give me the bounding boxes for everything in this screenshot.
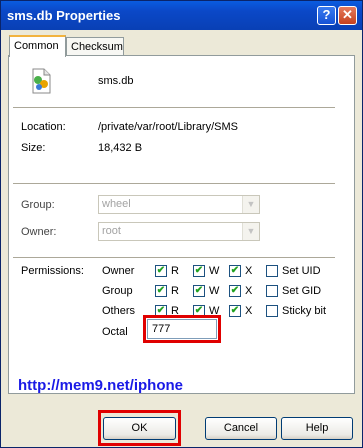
chevron-down-icon: ▼ [242,196,259,213]
setuid-label: Set UID [282,265,321,277]
read-label: R [171,265,179,277]
read-label: R [171,285,179,297]
close-button[interactable]: ✕ [338,6,357,25]
owner-execute-checkbox[interactable]: ✔ [229,265,241,277]
cancel-button[interactable]: Cancel [205,417,277,440]
properties-dialog: sms.db Properties ? ✕ Common Checksum sm… [0,0,363,448]
write-label: W [209,285,220,297]
window-title: sms.db Properties [7,8,121,23]
owner-write-checkbox[interactable]: ✔ [193,265,205,277]
perm-row-owner-label: Owner [102,265,135,277]
help-button[interactable]: Help [281,417,353,440]
watermark-link: http://mem9.net/iphone [18,377,183,394]
write-label: W [209,265,220,277]
perm-row-group-label: Group [102,285,133,297]
execute-label: X [245,305,253,317]
setgid-checkbox[interactable] [266,285,278,297]
group-select-value: wheel [102,198,131,210]
setgid-label: Set GID [282,285,322,297]
location-value: /private/var/root/Library/SMS [98,121,238,133]
size-label: Size: [21,142,46,154]
chevron-down-icon: ▼ [242,223,259,240]
perm-row-others-label: Others [102,305,136,317]
help-title-button[interactable]: ? [317,6,336,25]
ok-button[interactable]: OK [103,417,176,440]
group-execute-checkbox[interactable]: ✔ [229,285,241,297]
permissions-label: Permissions: [21,265,84,277]
execute-label: X [245,265,253,277]
tab-checksum[interactable]: Checksum [66,37,124,55]
octal-label: Octal [102,326,128,338]
setuid-checkbox[interactable] [266,265,278,277]
separator [13,107,335,108]
file-icon [30,68,52,94]
owner-select-value: root [102,225,121,237]
file-name: sms.db [98,75,134,87]
title-bar[interactable]: sms.db Properties ? ✕ [1,1,362,30]
execute-label: X [245,285,253,297]
sticky-bit-checkbox[interactable] [266,305,278,317]
owner-label: Owner: [21,226,57,238]
group-label: Group: [21,199,55,211]
separator [13,257,335,258]
sticky-bit-label: Sticky bit [282,305,327,317]
octal-input[interactable]: 777 [147,319,217,339]
size-value: 18,432 B [98,142,143,154]
separator [13,183,335,184]
group-read-checkbox[interactable]: ✔ [155,285,167,297]
group-select[interactable]: wheel ▼ [98,195,260,214]
location-label: Location: [21,121,66,133]
owner-read-checkbox[interactable]: ✔ [155,265,167,277]
tab-common[interactable]: Common [9,35,66,57]
group-write-checkbox[interactable]: ✔ [193,285,205,297]
others-execute-checkbox[interactable]: ✔ [229,305,241,317]
owner-select[interactable]: root ▼ [98,222,260,241]
